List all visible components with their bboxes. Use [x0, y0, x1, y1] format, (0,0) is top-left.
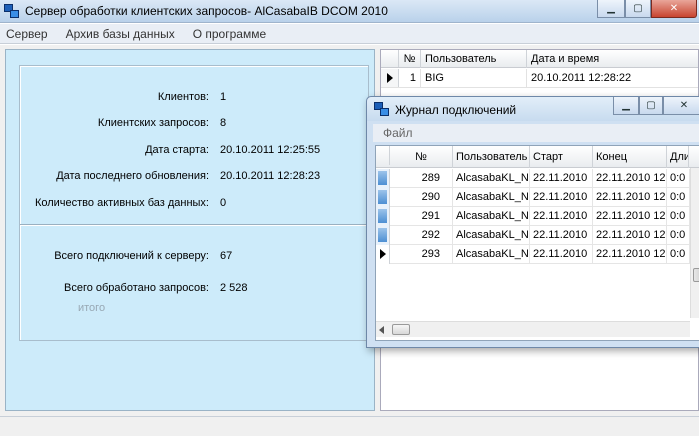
journal-cell-duration: 0:0: [667, 169, 690, 188]
column-header-datetime[interactable]: Дата и время: [527, 50, 698, 68]
journal-cell-start: 22.11.2010: [530, 226, 593, 245]
table-row[interactable]: 290 AlcasabaKL_NEW 22.11.2010 22.11.2010…: [376, 188, 690, 207]
journal-cell-duration: 0:0: [667, 207, 690, 226]
journal-cell-num: 289: [390, 169, 453, 188]
journal-col-start[interactable]: Старт: [530, 146, 593, 168]
journal-menu-file[interactable]: Файл: [381, 126, 415, 140]
journal-cell-user: AlcasabaKL_NEW: [453, 226, 530, 245]
journal-menu-bar: Файл: [373, 124, 699, 142]
journal-cell-end: 22.11.2010 12: [593, 245, 667, 264]
current-row-indicator: [376, 245, 390, 264]
row-datetime: 20.10.2011 12:28:22: [531, 72, 632, 84]
close-button[interactable]: ✕: [651, 0, 697, 18]
journal-cell-end: 22.11.2010 12: [593, 226, 667, 245]
table-row[interactable]: 1 BIG 20.10.2011 12:28:22: [381, 69, 698, 88]
total-connections-value: 67: [220, 250, 233, 262]
start-date-value: 20.10.2011 12:25:55: [220, 144, 321, 156]
section-divider: [20, 224, 368, 226]
scroll-left-icon[interactable]: [379, 326, 384, 334]
row-pointer-icon: [380, 249, 386, 259]
minimize-button[interactable]: ▁: [597, 0, 625, 18]
row-num: 1: [399, 69, 421, 88]
vertical-scrollbar[interactable]: [690, 168, 699, 318]
app-icon[interactable]: [4, 3, 20, 19]
journal-app-icon[interactable]: [374, 101, 390, 117]
current-row-indicator: [381, 69, 399, 87]
main-menu-bar: Сервер Архив базы данных О программе: [0, 24, 699, 44]
row-indicator: [376, 207, 390, 226]
last-update-value: 20.10.2011 12:28:23: [220, 170, 321, 182]
main-window-title: Сервер обработки клиентских запросов- Al…: [25, 4, 388, 18]
journal-cell-start: 22.11.2010: [530, 188, 593, 207]
maximize-button[interactable]: ▢: [625, 0, 651, 18]
journal-cell-end: 22.11.2010 12: [593, 169, 667, 188]
journal-cell-user: AlcasabaKL_NEW: [453, 188, 530, 207]
row-indicator: [376, 169, 390, 188]
journal-cell-num: 292: [390, 226, 453, 245]
requests-label: Клиентских запросов:: [97, 117, 209, 129]
clients-grid-header: № Пользователь Дата и время: [381, 50, 698, 68]
journal-cell-num: 291: [390, 207, 453, 226]
journal-minimize-button[interactable]: ▁: [613, 97, 639, 115]
journal-cell-start: 22.11.2010: [530, 245, 593, 264]
total-requests-label: Всего обработано запросов:: [63, 282, 209, 294]
row-user: BIG: [421, 69, 527, 88]
journal-grid-header: № Пользователь Старт Конец Дли: [376, 146, 699, 168]
journal-cell-user: AlcasabaKL_NEW: [453, 207, 530, 226]
menu-server[interactable]: Сервер: [4, 27, 50, 41]
journal-header-corner: [376, 146, 390, 165]
horizontal-scroll-thumb[interactable]: [392, 324, 410, 335]
journal-col-duration[interactable]: Дли: [667, 146, 689, 168]
journal-grid[interactable]: № Пользователь Старт Конец Дли 289 Alcas…: [375, 145, 699, 341]
header-corner: [381, 50, 399, 67]
journal-cell-user: AlcasabaKL_NEW: [453, 169, 530, 188]
column-header-num[interactable]: №: [399, 50, 421, 68]
menu-db-archive[interactable]: Архив базы данных: [64, 27, 177, 41]
requests-value: 8: [220, 117, 227, 129]
stats-group: Клиентов: 1 Клиентских запросов: 8 Дата …: [19, 65, 369, 341]
column-header-user[interactable]: Пользователь: [421, 50, 527, 68]
table-row[interactable]: 291 AlcasabaKL_NEW 22.11.2010 22.11.2010…: [376, 207, 690, 226]
totals-caption: итого: [78, 302, 106, 314]
total-connections-label: Всего подключений к серверу:: [54, 250, 209, 262]
journal-cell-start: 22.11.2010: [530, 207, 593, 226]
journal-col-end[interactable]: Конец: [593, 146, 667, 168]
last-update-label: Дата последнего обновления:: [56, 170, 209, 182]
journal-col-user[interactable]: Пользователь: [453, 146, 530, 168]
journal-col-num[interactable]: №: [390, 146, 453, 168]
journal-cell-duration: 0:0: [667, 226, 690, 245]
row-indicator: [376, 188, 390, 207]
journal-window-title: Журнал подключений: [395, 103, 517, 117]
total-requests-value: 2 528: [220, 282, 248, 294]
start-date-label: Дата старта:: [145, 144, 209, 156]
journal-cell-duration: 0:0: [667, 188, 690, 207]
active-db-value: 0: [220, 197, 227, 209]
journal-title-bar[interactable]: Журнал подключений ▁ ▢ ✕: [367, 97, 699, 121]
menu-about[interactable]: О программе: [191, 27, 268, 41]
horizontal-scrollbar[interactable]: [376, 321, 690, 337]
info-panel: Клиентов: 1 Клиентских запросов: 8 Дата …: [5, 49, 375, 411]
row-pointer-icon: [387, 73, 393, 83]
row-indicator: [376, 226, 390, 245]
clients-label: Клиентов:: [157, 91, 209, 103]
journal-cell-duration: 0:0: [667, 245, 690, 264]
journal-cell-num: 290: [390, 188, 453, 207]
table-row[interactable]: 293 AlcasabaKL_NEW 22.11.2010 22.11.2010…: [376, 245, 690, 264]
journal-cell-end: 22.11.2010 12: [593, 207, 667, 226]
main-title-bar: Сервер обработки клиентских запросов- Al…: [0, 0, 699, 23]
journal-cell-user: AlcasabaKL_NEW: [453, 245, 530, 264]
active-db-label: Количество активных баз данных:: [34, 197, 209, 209]
journal-window[interactable]: Журнал подключений ▁ ▢ ✕ Файл № Пользова…: [366, 96, 699, 348]
journal-maximize-button[interactable]: ▢: [639, 97, 663, 115]
clients-value: 1: [220, 91, 227, 103]
table-row[interactable]: 292 AlcasabaKL_NEW 22.11.2010 22.11.2010…: [376, 226, 690, 245]
journal-cell-start: 22.11.2010: [530, 169, 593, 188]
journal-cell-num: 293: [390, 245, 453, 264]
journal-close-button[interactable]: ✕: [663, 97, 699, 115]
vertical-scroll-thumb[interactable]: [693, 268, 699, 282]
journal-cell-end: 22.11.2010 12: [593, 188, 667, 207]
status-bar: [0, 416, 699, 436]
table-row[interactable]: 289 AlcasabaKL_NEW 22.11.2010 22.11.2010…: [376, 169, 690, 188]
